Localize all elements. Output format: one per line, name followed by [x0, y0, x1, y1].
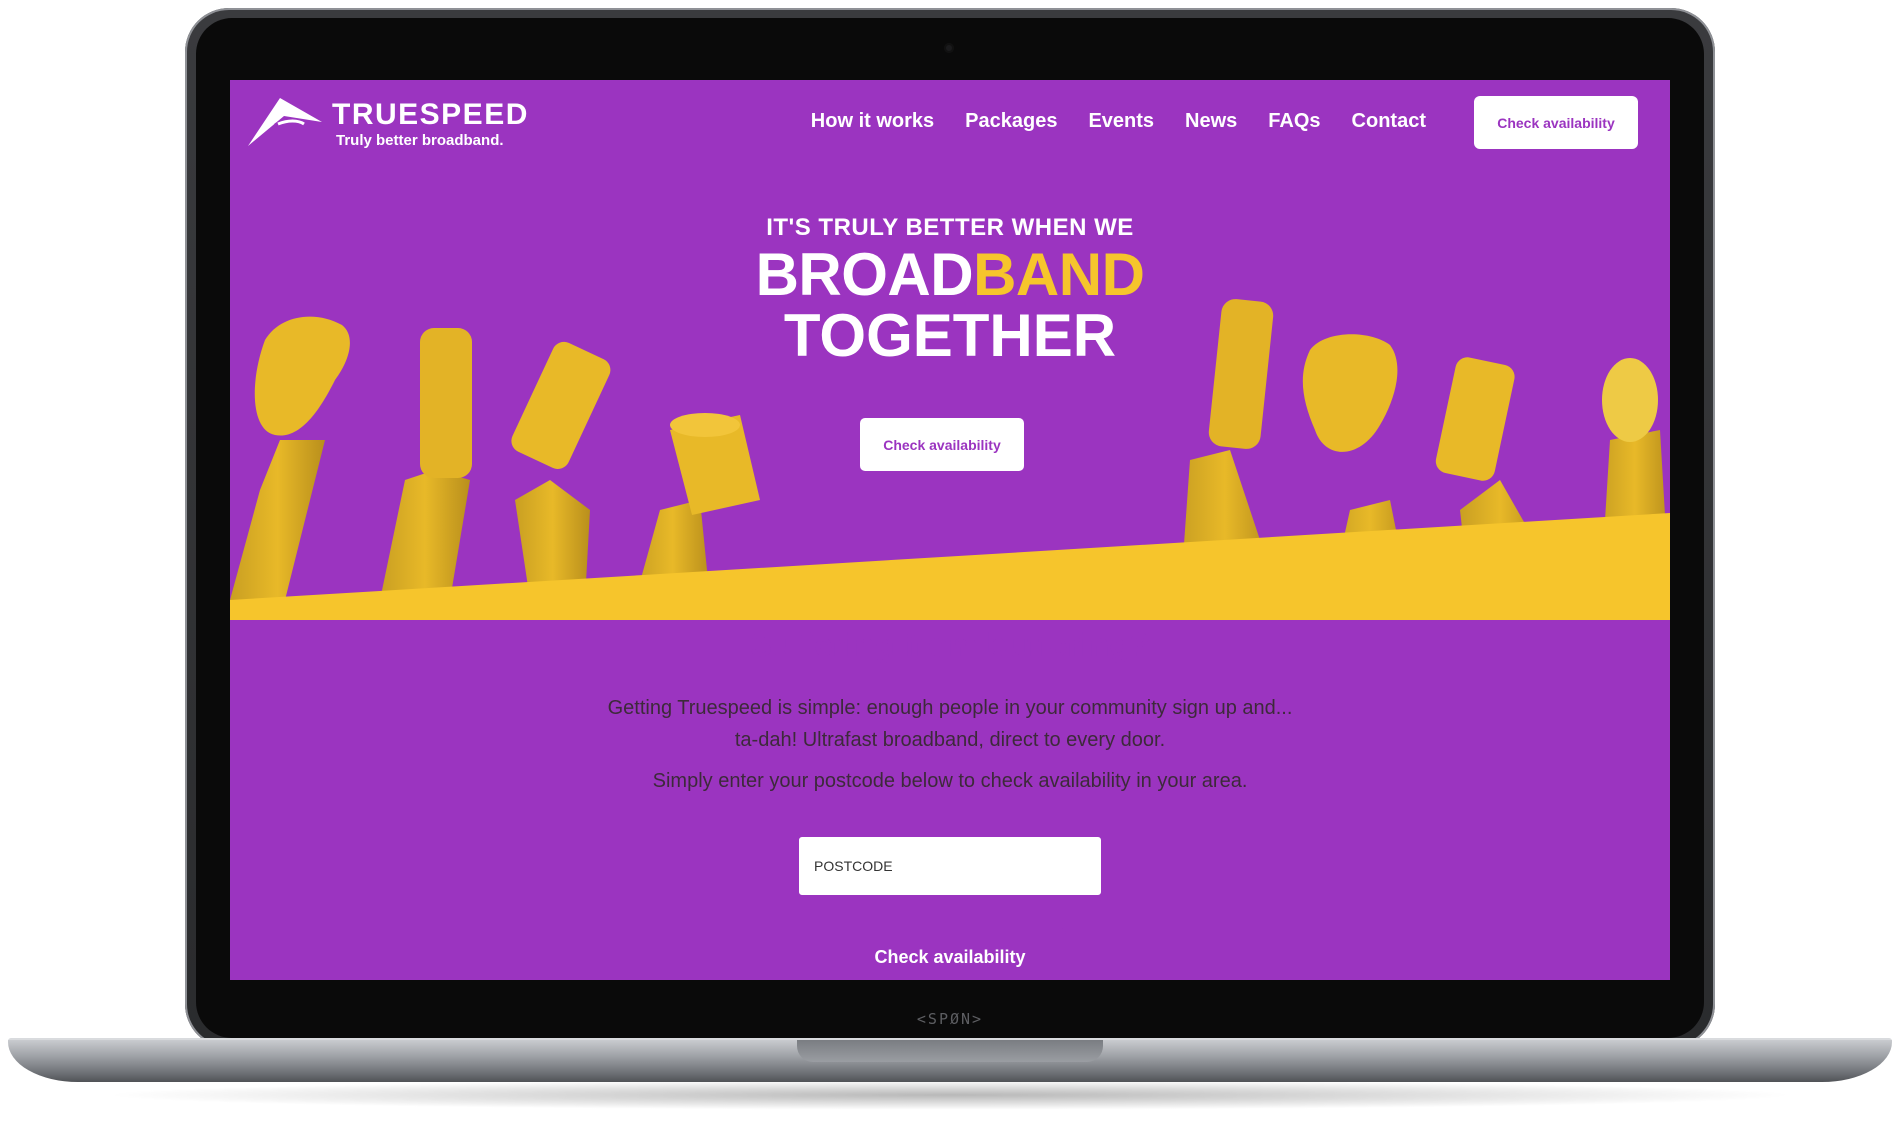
check-availability-submit-button[interactable]: Check availability: [834, 928, 1066, 980]
section-instruction-text: Simply enter your postcode below to chec…: [652, 770, 1248, 792]
nav-check-availability-button[interactable]: Check availability: [1474, 96, 1638, 149]
main-menu: How it works Packages Events News FAQs C…: [811, 110, 1426, 133]
headline-band: BAND: [973, 241, 1145, 308]
device-brandmark: <SPØN>: [916, 1010, 984, 1028]
laptop-mockup: TRUESPEED Truly better broadband. How it…: [0, 0, 1900, 1130]
laptop-shadow: [100, 1080, 1800, 1110]
page-content: TRUESPEED Truly better broadband. How it…: [230, 80, 1670, 980]
headline-line-3: TOGETHER: [783, 302, 1117, 369]
logo-tagline: Truly better broadband.: [336, 132, 504, 149]
laptop-notch: [797, 1040, 1103, 1062]
camera-icon: [944, 43, 954, 53]
top-nav: TRUESPEED Truly better broadband. How it…: [230, 80, 1670, 170]
website-screen: TRUESPEED Truly better broadband. How it…: [230, 80, 1670, 980]
hero-headline: IT'S TRULY BETTER WHEN WE BROADBAND TOGE…: [230, 214, 1670, 366]
nav-news[interactable]: News: [1185, 110, 1237, 133]
nav-faqs[interactable]: FAQs: [1268, 110, 1320, 133]
headline-line-1: IT'S TRULY BETTER WHEN WE: [766, 214, 1134, 241]
nav-events[interactable]: Events: [1088, 110, 1154, 133]
postcode-input[interactable]: [798, 836, 1102, 896]
swoosh-icon: [248, 98, 322, 146]
truespeed-logo[interactable]: TRUESPEED Truly better broadband.: [244, 94, 527, 154]
nav-how-it-works[interactable]: How it works: [811, 110, 934, 133]
headline-line-2: BROADBAND: [230, 244, 1670, 306]
logo-wordmark: TRUESPEED: [332, 98, 529, 131]
section-intro-text: Getting Truespeed is simple: enough peop…: [607, 697, 1293, 751]
section-heading: Suffering from buffering?: [750, 626, 1150, 663]
hero-check-availability-button[interactable]: Check availability: [860, 418, 1024, 471]
nav-contact[interactable]: Contact: [1352, 110, 1426, 133]
nav-packages[interactable]: Packages: [965, 110, 1057, 133]
headline-broad: BROAD: [755, 241, 974, 308]
